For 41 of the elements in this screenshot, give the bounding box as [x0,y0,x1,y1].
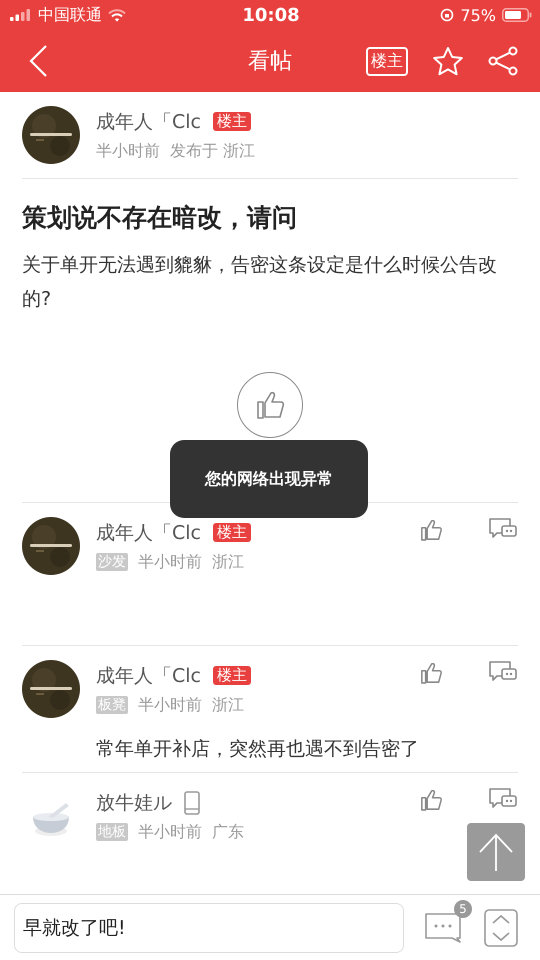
chevron-left-icon [28,45,48,77]
battery-icon [502,8,532,22]
comment-input-field[interactable]: 早就改了吧! [14,902,404,952]
author-name: 成年人「Clc [96,520,201,546]
carrier-name: 中国联通 [38,4,102,26]
author-name: 成年人「Clc [96,664,201,688]
network-error-toast: 您的网络出现异常 [170,440,368,518]
op-badge: 楼主 [213,666,251,685]
like-icon[interactable] [418,517,444,543]
share-icon[interactable] [488,46,520,76]
phone-icon [184,790,200,814]
arrow-up-icon [478,832,514,872]
back-button[interactable] [28,45,48,77]
op-badge: 楼主 [213,112,251,131]
reply-location: 广东 [212,822,244,842]
signal-icon [10,9,32,21]
comment-count-badge: 5 [454,900,472,918]
post-time: 半小时前 [96,140,160,162]
page-jump-icon[interactable] [484,908,518,946]
page-title: 看帖 [248,48,292,76]
battery-percent: 75% [460,6,496,24]
status-time: 10:08 [242,4,300,26]
reply-time: 半小时前 [138,822,202,842]
post-location: 发布于 浙江 [170,140,256,162]
author-name: 成年人「Clc [96,110,201,134]
reply-body: 常年单开补店，突然再也遇不到告密了 [95,737,420,762]
reply-time: 半小时前 [138,552,202,572]
op-badge: 楼主 [213,523,251,542]
reply-location: 浙江 [212,552,244,572]
reply-time: 半小时前 [138,694,202,716]
like-icon[interactable] [418,787,444,813]
wifi-icon [108,8,126,22]
like-icon[interactable] [418,660,444,686]
star-icon[interactable] [432,46,464,76]
op-only-button[interactable]: 楼主 [366,46,408,76]
reply-location: 浙江 [212,694,244,716]
post-body: 关于单开无法遇到貔貅，告密这条设定是什么时候公告改的? [22,253,498,312]
post-title: 策划说不存在暗改，请问 [22,202,298,234]
back-to-top-button[interactable] [467,823,525,881]
rotation-lock-icon [440,8,454,22]
author-name: 放牛娃ル [96,790,172,816]
